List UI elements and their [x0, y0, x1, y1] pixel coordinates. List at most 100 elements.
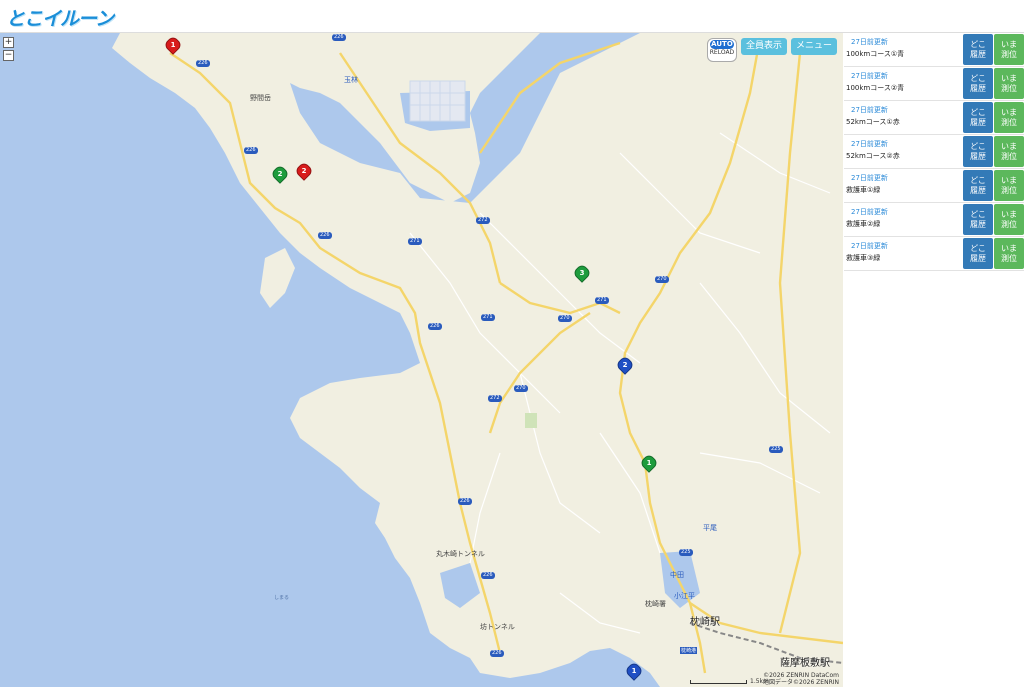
tracker-row: 27日前更新 100kmコース②青 どこ 履歴 いま 測位: [844, 67, 1024, 101]
map-toolbar: AUTO RELOAD 全員表示 メニュー: [706, 38, 837, 62]
text-label: 履歴: [970, 219, 986, 229]
tracker-row: 27日前更新 52kmコース①赤 どこ 履歴 いま 測位: [844, 101, 1024, 135]
show-all-button[interactable]: 全員表示: [740, 38, 787, 55]
label-area: 中田: [670, 571, 684, 579]
text-label: いま: [1001, 243, 1017, 253]
zoom-in-button[interactable]: +: [3, 37, 14, 48]
locate-now-button[interactable]: いま 測位: [994, 204, 1024, 235]
update-status: 27日前更新: [851, 140, 888, 148]
tracker-row: 27日前更新 52kmコース②赤 どこ 履歴 いま 測位: [844, 135, 1024, 169]
update-status: 27日前更新: [851, 242, 888, 250]
map-view[interactable]: 226 226 226 226 226 226 271 271 272 272 …: [0, 33, 843, 687]
label-station: 薩摩板敷駅: [780, 658, 830, 669]
text-label: 地図データ©2026 ZENRIN: [763, 679, 839, 686]
marker-number: 2: [622, 361, 628, 369]
route-shield: 272: [476, 217, 490, 224]
locate-now-button[interactable]: いま 測位: [994, 170, 1024, 201]
zoom-control: + −: [3, 37, 14, 63]
text-label: どこ: [970, 39, 986, 49]
history-button[interactable]: どこ 履歴: [963, 68, 993, 99]
update-status: 27日前更新: [851, 38, 888, 46]
route-shield: 226: [481, 572, 495, 579]
text-label: 測位: [1001, 151, 1017, 161]
history-button[interactable]: どこ 履歴: [963, 102, 993, 133]
app-header: とこイルーン: [0, 0, 1024, 33]
text-label: どこ: [970, 141, 986, 151]
history-button[interactable]: どこ 履歴: [963, 170, 993, 201]
label-police: 枕崎署: [645, 600, 666, 608]
route-shield: 270: [558, 315, 572, 322]
tracker-name: 100kmコース①青: [846, 50, 905, 58]
text-label: 履歴: [970, 117, 986, 127]
route-shield: 226: [428, 323, 442, 330]
text-label: 履歴: [970, 49, 986, 59]
route-shield: 226: [490, 650, 504, 657]
tracker-panel: 27日前更新 100kmコース①青 どこ 履歴 いま 測位 27日前更新 100km…: [844, 33, 1024, 687]
text-label: 履歴: [970, 151, 986, 161]
park-area: [525, 413, 537, 428]
update-status: 27日前更新: [851, 106, 888, 114]
route-shield: 226: [458, 498, 472, 505]
app-logo[interactable]: とこイルーン: [6, 4, 114, 31]
text-label: 測位: [1001, 83, 1017, 93]
label-bay: しまる: [274, 595, 290, 601]
route-shield: 271: [481, 314, 495, 321]
map-attribution: ©2026 ZENRIN DataCom 地図データ©2026 ZENRIN: [763, 672, 839, 686]
route-shield: 226: [318, 232, 332, 239]
label-station: 枕崎駅: [690, 617, 720, 628]
tracker-name: 100kmコース②青: [846, 84, 905, 92]
label-area: 平尾: [703, 524, 717, 532]
tracker-row: 27日前更新 100kmコース①青 どこ 履歴 いま 測位: [844, 33, 1024, 67]
tracker-name: 52kmコース②赤: [846, 152, 900, 160]
marker-number: 3: [579, 269, 585, 277]
history-button[interactable]: どこ 履歴: [963, 238, 993, 269]
history-button[interactable]: どこ 履歴: [963, 34, 993, 65]
text-label: いま: [1001, 209, 1017, 219]
zoom-out-button[interactable]: −: [3, 50, 14, 61]
text-label: 測位: [1001, 219, 1017, 229]
route-shield: 270: [655, 276, 669, 283]
marker-number: 2: [277, 170, 283, 178]
label-port: 枕崎港: [680, 647, 698, 654]
route-shield: 271: [595, 297, 609, 304]
locate-now-button[interactable]: いま 測位: [994, 102, 1024, 133]
text-label: どこ: [970, 73, 986, 83]
auto-reload-button[interactable]: AUTO RELOAD: [706, 38, 737, 62]
marker-number: 1: [646, 459, 652, 467]
update-status: 27日前更新: [851, 72, 888, 80]
menu-button[interactable]: メニュー: [790, 38, 837, 55]
tracker-row: 27日前更新 救護車①緑 どこ 履歴 いま 測位: [844, 169, 1024, 203]
locate-now-button[interactable]: いま 測位: [994, 238, 1024, 269]
text-label: どこ: [970, 243, 986, 253]
route-shield: 225: [679, 549, 693, 556]
label-mountain: 野間岳: [250, 94, 271, 102]
locate-now-button[interactable]: いま 測位: [994, 136, 1024, 167]
marker-number: 1: [170, 41, 176, 49]
map-canvas[interactable]: [0, 33, 843, 687]
label-tunnel: 坊トンネル: [480, 623, 515, 631]
tracker-name: 救護車①緑: [846, 186, 881, 194]
route-shield: 226: [244, 147, 258, 154]
text-label: いま: [1001, 73, 1017, 83]
tracker-name: 救護車③緑: [846, 254, 881, 262]
locate-now-button[interactable]: いま 測位: [994, 34, 1024, 65]
tracker-row: 27日前更新 救護車③緑 どこ 履歴 いま 測位: [844, 237, 1024, 271]
port-facility: [409, 80, 466, 122]
text-label: 測位: [1001, 185, 1017, 195]
tracker-row: 27日前更新 救護車②緑 どこ 履歴 いま 測位: [844, 203, 1024, 237]
update-status: 27日前更新: [851, 174, 888, 182]
text-label: 測位: [1001, 117, 1017, 127]
history-button[interactable]: どこ 履歴: [963, 136, 993, 167]
text-label: いま: [1001, 39, 1017, 49]
history-button[interactable]: どこ 履歴: [963, 204, 993, 235]
text-label: 履歴: [970, 185, 986, 195]
marker-number: 1: [631, 667, 637, 675]
text-label: どこ: [970, 107, 986, 117]
text-label: いま: [1001, 107, 1017, 117]
text-label: どこ: [970, 209, 986, 219]
update-status: 27日前更新: [851, 208, 888, 216]
marker-number: 2: [301, 167, 307, 175]
route-shield: 270: [514, 385, 528, 392]
text-label: どこ: [970, 175, 986, 185]
locate-now-button[interactable]: いま 測位: [994, 68, 1024, 99]
